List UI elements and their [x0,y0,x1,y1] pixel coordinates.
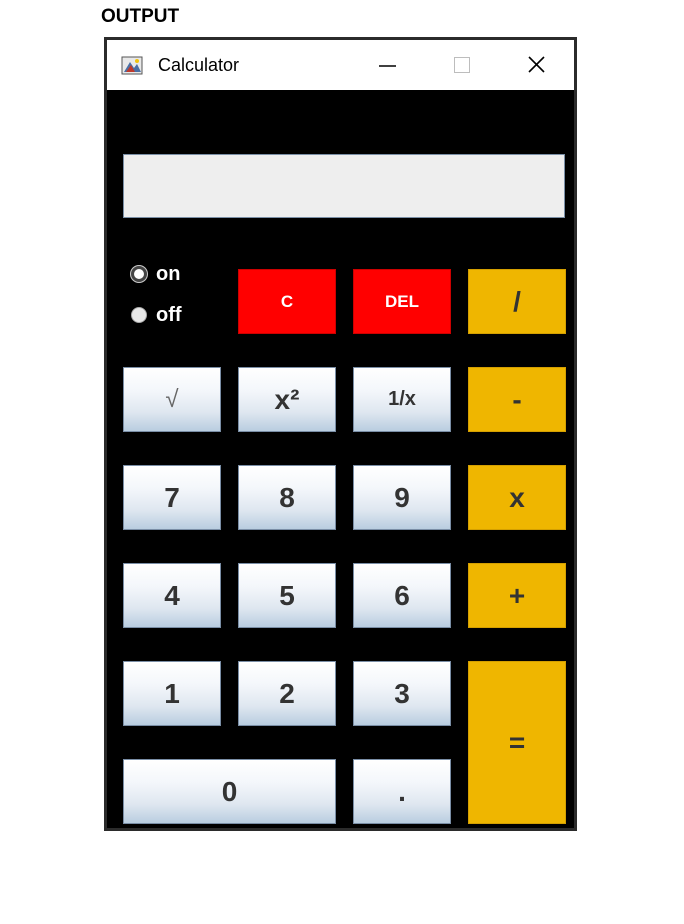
minimize-icon [379,65,396,67]
power-off-radio[interactable]: off [131,303,182,327]
decimal-point-button[interactable]: . [353,759,451,824]
window-title: Calculator [158,55,240,75]
divide-button[interactable]: / [468,269,566,334]
calculator-window: Calculator on off C DEL / √ x² 1/x - 7 8… [104,37,577,831]
display-field[interactable] [123,154,565,218]
digit-6-button[interactable]: 6 [353,563,451,628]
clear-button[interactable]: C [238,269,336,334]
power-on-radio[interactable]: on [131,262,180,286]
output-heading: OUTPUT [101,6,180,27]
maximize-button[interactable] [431,40,493,90]
sqrt-button[interactable]: √ [123,367,221,432]
digit-8-button[interactable]: 8 [238,465,336,530]
digit-9-button[interactable]: 9 [353,465,451,530]
close-button[interactable] [506,40,568,90]
maximize-icon [454,57,470,73]
power-off-label: off [156,303,182,326]
digit-5-button[interactable]: 5 [238,563,336,628]
radio-selected-icon [131,266,147,282]
title-bar: Calculator [107,40,574,90]
digit-4-button[interactable]: 4 [123,563,221,628]
subtract-button[interactable]: - [468,367,566,432]
java-app-icon [121,56,143,75]
minimize-button[interactable] [356,40,418,90]
add-button[interactable]: + [468,563,566,628]
square-button[interactable]: x² [238,367,336,432]
power-on-label: on [156,262,181,285]
digit-1-button[interactable]: 1 [123,661,221,726]
close-icon [528,56,545,73]
multiply-button[interactable]: x [468,465,566,530]
digit-3-button[interactable]: 3 [353,661,451,726]
digit-2-button[interactable]: 2 [238,661,336,726]
calculator-body: on off C DEL / √ x² 1/x - 7 8 9 x 4 5 6 … [107,90,574,828]
digit-0-button[interactable]: 0 [123,759,336,824]
equals-button[interactable]: = [468,661,566,824]
reciprocal-button[interactable]: 1/x [353,367,451,432]
radio-unselected-icon [131,307,147,323]
digit-7-button[interactable]: 7 [123,465,221,530]
delete-button[interactable]: DEL [353,269,451,334]
